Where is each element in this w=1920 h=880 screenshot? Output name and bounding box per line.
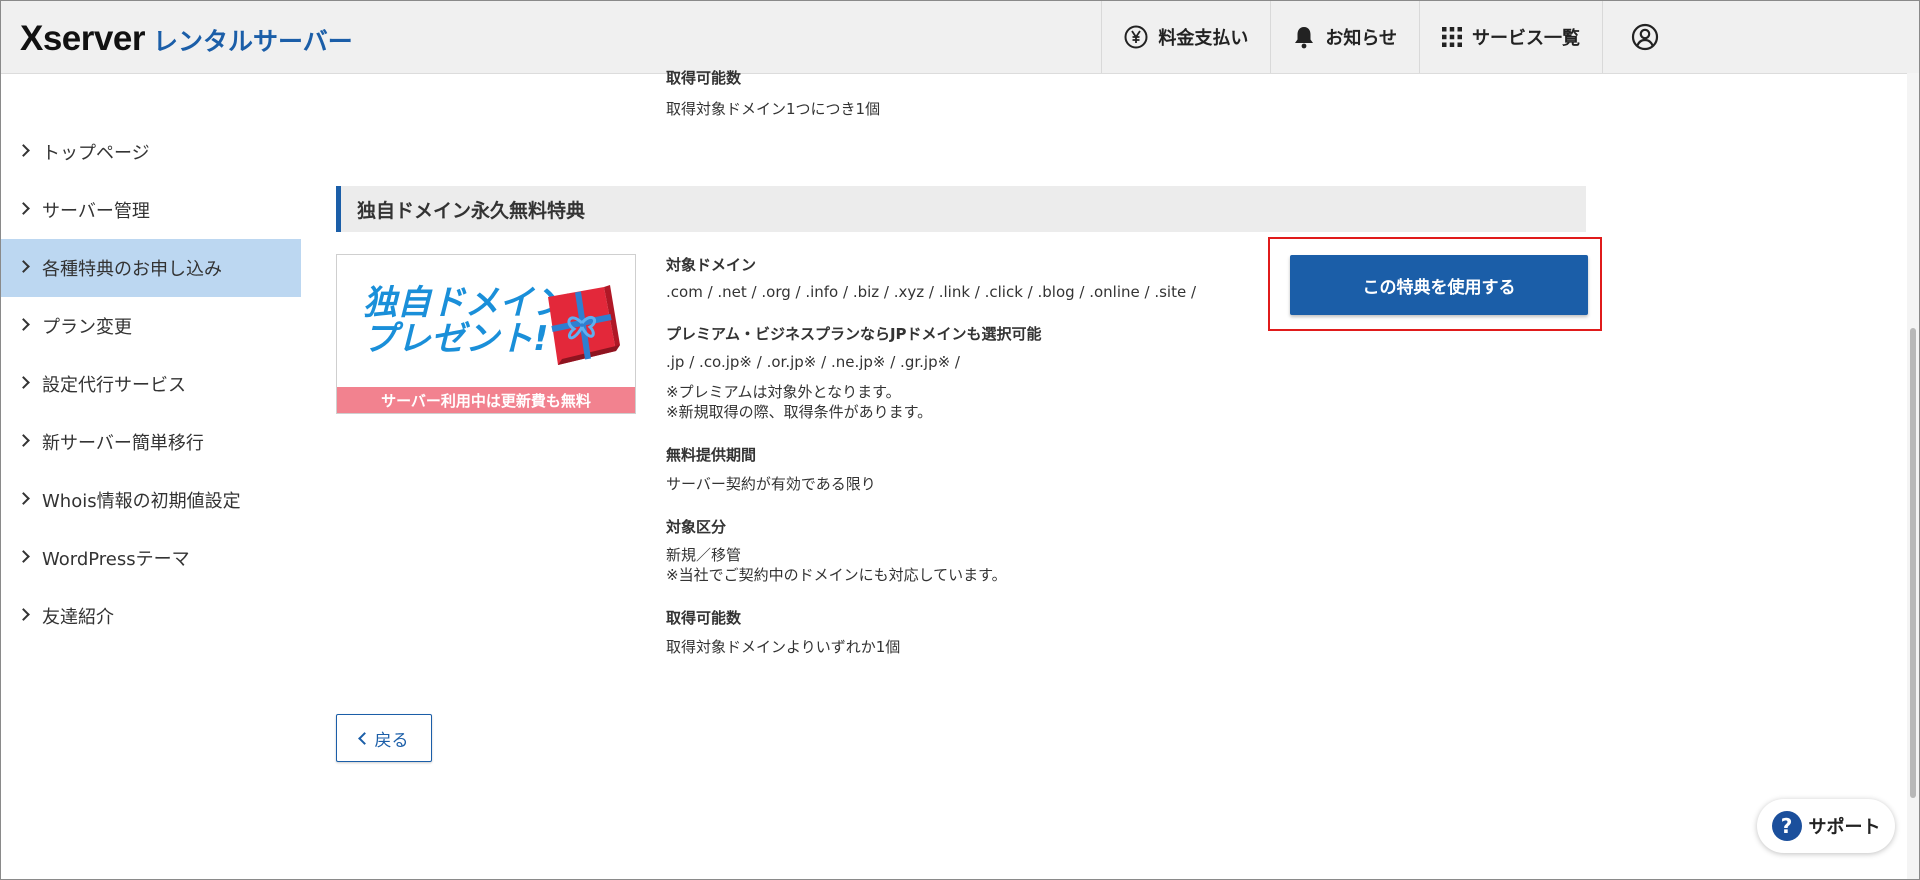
category-note: ※当社でご契約中のドメインにも対応しています。 [666, 566, 1007, 584]
nav-services[interactable]: サービス一覧 [1419, 1, 1602, 73]
page-scrollbar[interactable] [1907, 73, 1919, 879]
sidebar-item-label: プラン変更 [42, 317, 132, 338]
detail-label: プレミアム・ビジネスプランならJPドメインも選択可能 [666, 325, 1042, 343]
chevron-right-icon [17, 550, 30, 563]
help-question-icon: ? [1771, 811, 1802, 841]
sidebar-nav: トップページ サーバー管理 各種特典のお申し込み プラン変更 設定代行サービス … [1, 123, 301, 645]
nav-payment-label: 料金支払い [1158, 28, 1249, 49]
sidebar-item-setup-service[interactable]: 設定代行サービス [1, 355, 301, 413]
yen-circle-icon [1124, 25, 1148, 49]
detail-value: .jp / .co.jp※ / .or.jp※ / .ne.jp※ / .gr.… [666, 352, 1226, 422]
gift-box-icon [548, 285, 620, 365]
sidebar-item-label: WordPressテーマ [42, 549, 190, 570]
nav-services-label: サービス一覧 [1472, 28, 1580, 49]
sidebar-item-label: トップページ [42, 143, 150, 164]
support-label: サポート [1808, 817, 1881, 838]
benefit-details: 対象ドメイン .com / .net / .org / .info / .biz… [666, 254, 1226, 679]
chevron-right-icon [17, 318, 30, 331]
sidebar-item-referral[interactable]: 友達紹介 [1, 587, 301, 645]
detail-period: 無料提供期間 サーバー契約が有効である限り [666, 444, 1226, 494]
chevron-left-icon [357, 731, 371, 745]
detail-label: 対象ドメイン [666, 256, 757, 274]
header-nav: 料金支払い お知らせ サービス一覧 [1101, 1, 1687, 73]
top-header: Xserver レンタルサーバー 料金支払い お知らせ サービス一覧 [1, 1, 1919, 74]
premium-note: ※新規取得の際、取得条件があります。 [666, 403, 933, 421]
sidebar-item-whois[interactable]: Whois情報の初期値設定 [1, 471, 301, 529]
detail-label: 取得可能数 [666, 609, 742, 627]
sidebar-item-label: 友達紹介 [42, 607, 114, 628]
sidebar-item-server-migration[interactable]: 新サーバー簡単移行 [1, 413, 301, 471]
detail-premium: プレミアム・ビジネスプランならJPドメインも選択可能 .jp / .co.jp※… [666, 323, 1226, 422]
nav-news-label: お知らせ [1325, 28, 1397, 49]
bell-icon [1293, 25, 1315, 49]
grid-icon [1442, 27, 1462, 47]
sidebar-item-wordpress-theme[interactable]: WordPressテーマ [1, 529, 301, 587]
premium-note: ※プレミアムは対象外となります。 [666, 383, 901, 401]
sidebar-item-benefits[interactable]: 各種特典のお申し込み [1, 239, 301, 297]
cta-highlight-box: この特典を使用する [1268, 237, 1602, 331]
detail-label: 無料提供期間 [666, 446, 757, 464]
prev-count-value: 取得対象ドメイン1つにつき1個 [666, 100, 881, 118]
category-value: 新規／移管 [666, 546, 742, 564]
back-button-label: 戻る [374, 730, 409, 751]
chevron-right-icon [17, 144, 30, 157]
chevron-right-icon [17, 434, 30, 447]
detail-value: 取得対象ドメインよりいずれか1個 [666, 638, 901, 656]
use-benefit-button[interactable]: この特典を使用する [1290, 255, 1588, 315]
detail-value: サーバー契約が有効である限り [666, 475, 876, 493]
logo-main-text: Xserver [20, 19, 145, 58]
section-title: 独自ドメイン永久無料特典 [336, 186, 1586, 232]
detail-label: 対象区分 [666, 518, 727, 536]
sidebar-item-label: Whois情報の初期値設定 [42, 491, 241, 512]
prev-count-label: 取得可能数 [666, 69, 742, 87]
nav-news[interactable]: お知らせ [1270, 1, 1419, 73]
detail-count: 取得可能数 取得対象ドメインよりいずれか1個 [666, 607, 1226, 657]
support-button[interactable]: ? サポート [1757, 799, 1895, 853]
back-button[interactable]: 戻る [336, 714, 432, 762]
detail-value: 新規／移管 ※当社でご契約中のドメインにも対応しています。 [666, 545, 1226, 585]
chevron-right-icon [17, 608, 30, 621]
logo-sub-text: レンタルサーバー [152, 27, 353, 56]
banner-footer-text: サーバー利用中は更新費も無料 [337, 387, 635, 413]
user-circle-icon [1631, 23, 1659, 51]
nav-payment[interactable]: 料金支払い [1101, 1, 1270, 73]
detail-value: .com / .net / .org / .info / .biz / .xyz… [666, 283, 1197, 301]
sidebar-item-label: 設定代行サービス [42, 375, 186, 396]
sidebar-item-server-management[interactable]: サーバー管理 [1, 181, 301, 239]
xserver-logo[interactable]: Xserver レンタルサーバー [20, 19, 353, 59]
domain-present-banner: 独自ドメイン プレゼント! サーバー利用中は更新費も無料 [336, 254, 636, 414]
user-account-button[interactable] [1602, 1, 1687, 73]
prev-section-count: 取得可能数 取得対象ドメイン1つにつき1個 [666, 67, 880, 119]
sidebar-item-top-page[interactable]: トップページ [1, 123, 301, 181]
chevron-right-icon [17, 202, 30, 215]
browser-viewport: Xserver レンタルサーバー 料金支払い お知らせ サービス一覧 トップペー… [0, 0, 1920, 880]
detail-target-domain: 対象ドメイン .com / .net / .org / .info / .biz… [666, 254, 1226, 301]
sidebar-item-label: サーバー管理 [42, 201, 150, 222]
chevron-right-icon [17, 260, 30, 273]
scrollbar-thumb[interactable] [1910, 328, 1916, 798]
sidebar-item-label: 新サーバー簡単移行 [42, 433, 204, 454]
premium-domains: .jp / .co.jp※ / .or.jp※ / .ne.jp※ / .gr.… [666, 353, 960, 371]
sidebar-item-plan-change[interactable]: プラン変更 [1, 297, 301, 355]
sidebar-item-label: 各種特典のお申し込み [42, 259, 222, 280]
chevron-right-icon [17, 492, 30, 505]
chevron-right-icon [17, 376, 30, 389]
detail-category: 対象区分 新規／移管 ※当社でご契約中のドメインにも対応しています。 [666, 516, 1226, 585]
